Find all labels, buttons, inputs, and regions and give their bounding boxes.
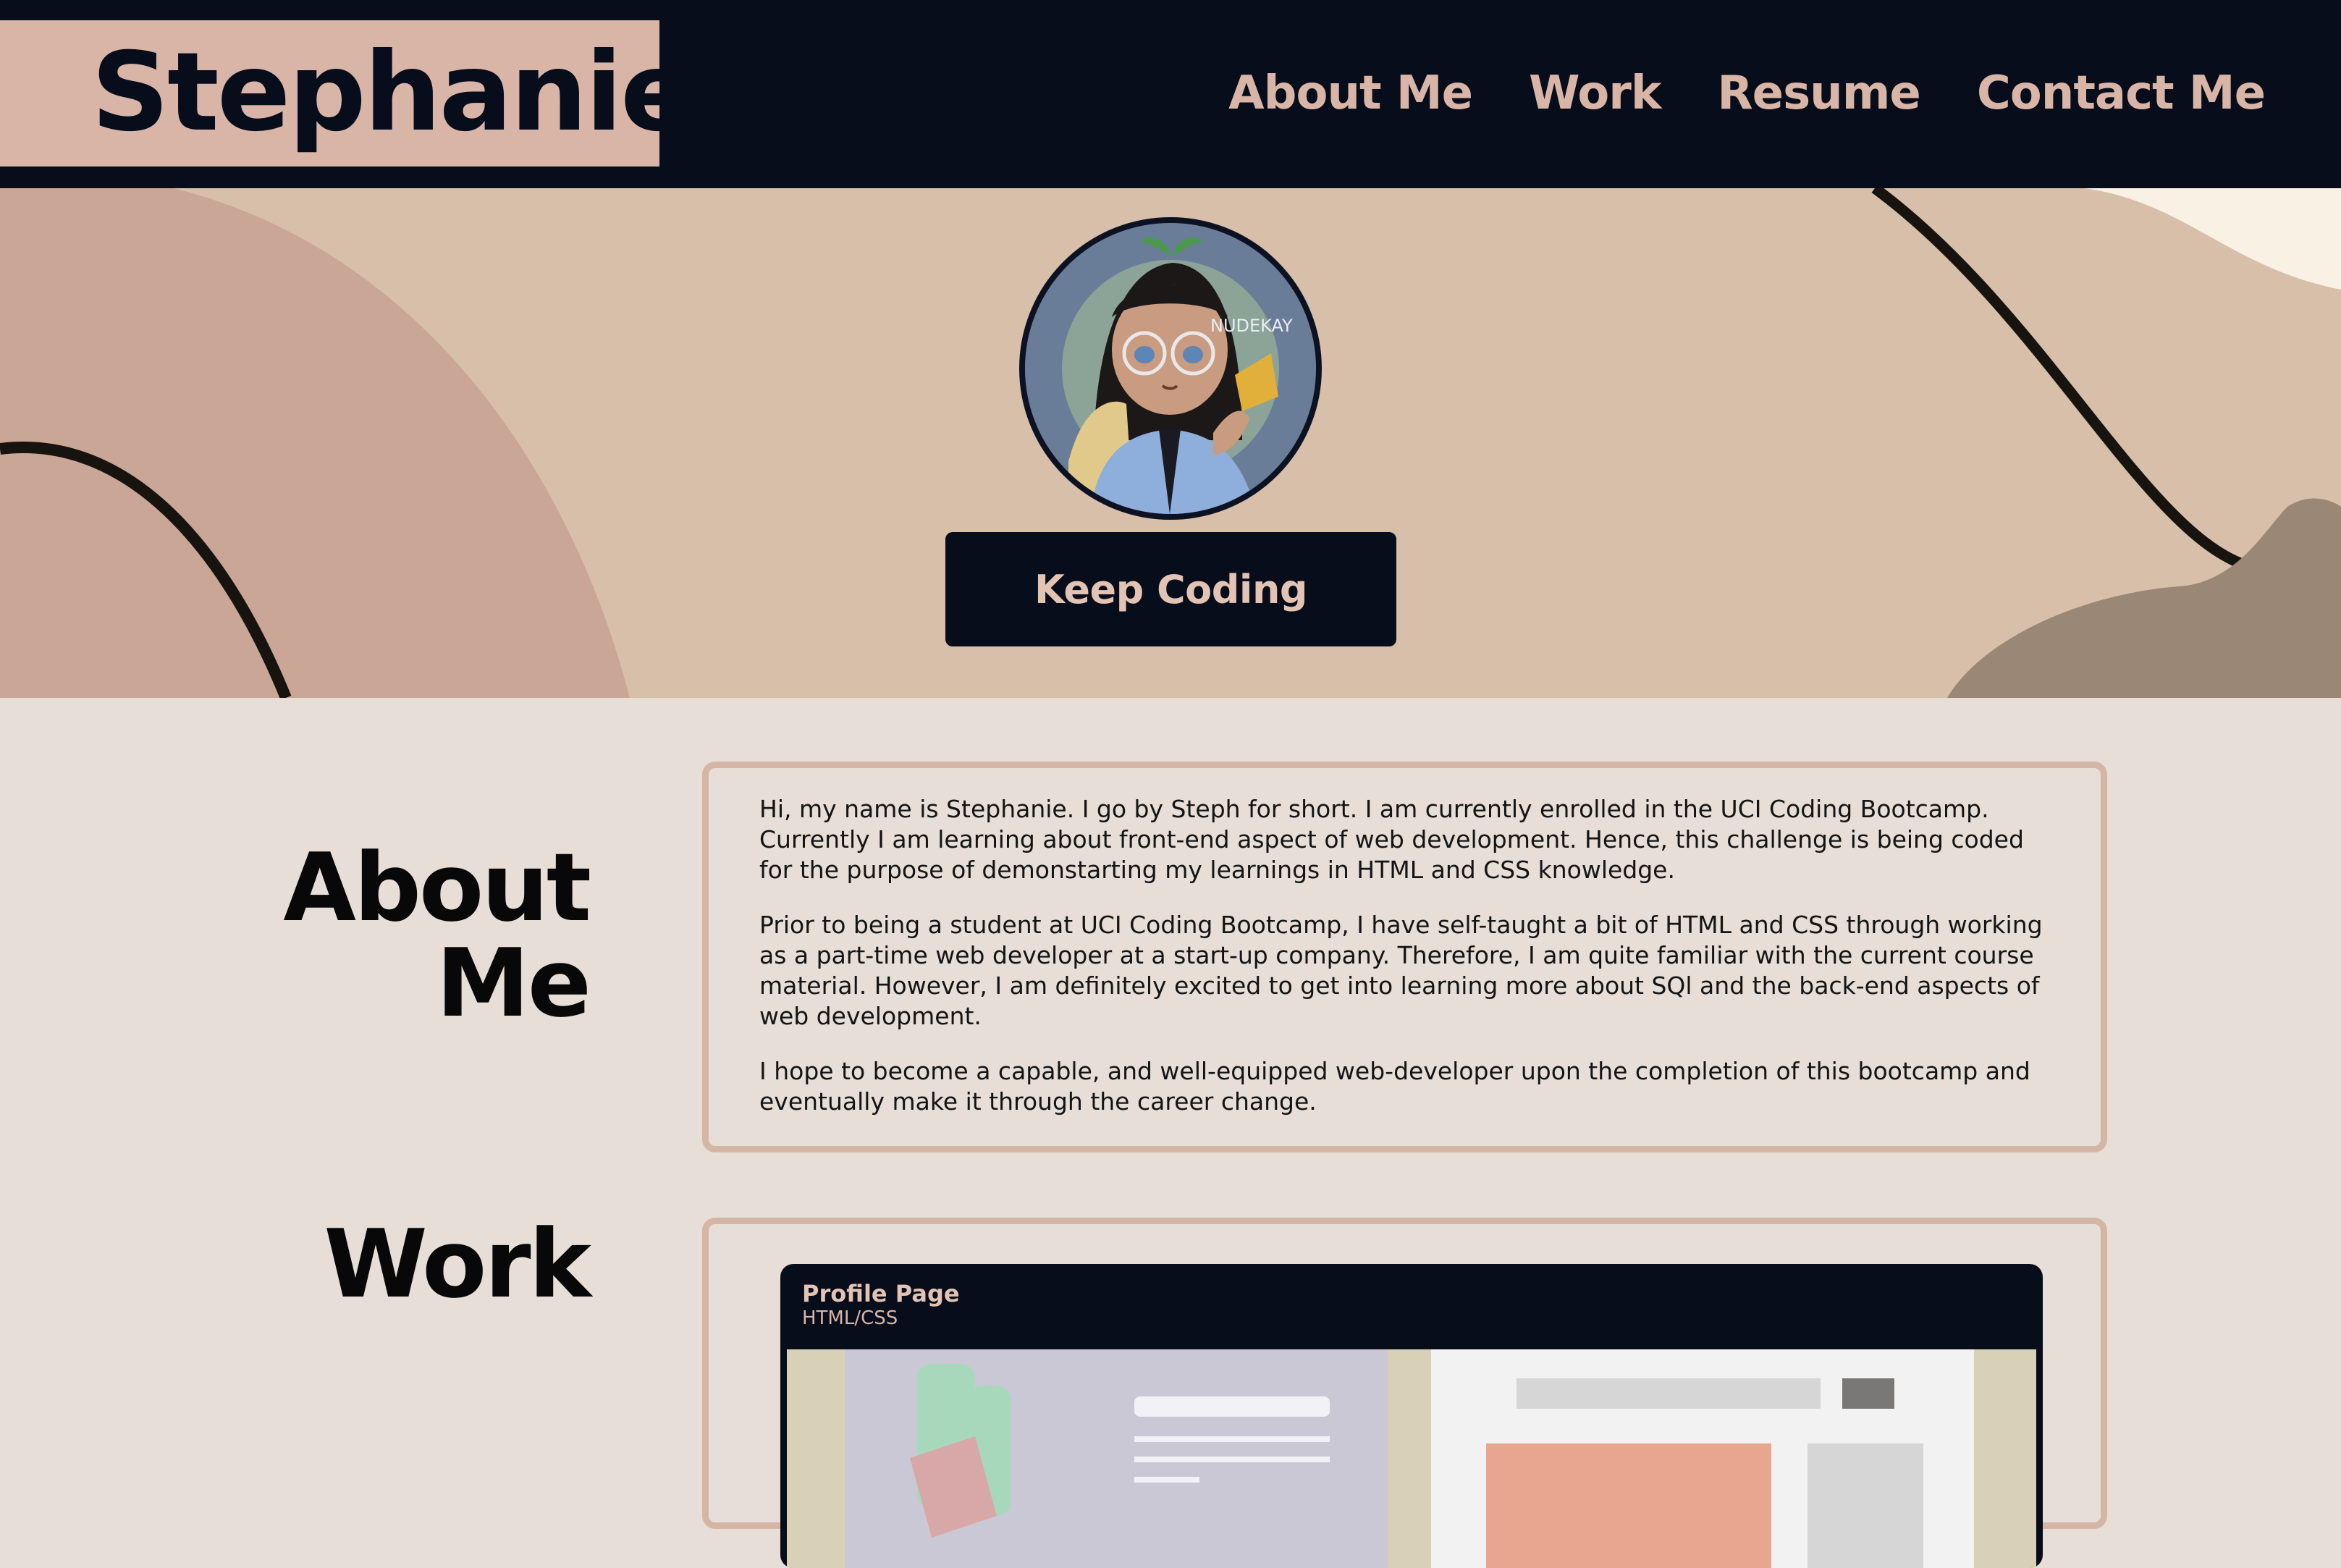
site-header: Stephanie About Me Work Resume Contact M…: [0, 0, 2341, 188]
project-title[interactable]: Profile Page: [802, 1280, 960, 1307]
about-heading: About Me: [213, 840, 591, 1031]
site-logo[interactable]: Stephanie: [91, 28, 694, 158]
project-subtitle: HTML/CSS: [802, 1307, 898, 1329]
work-heading: Work: [324, 1209, 591, 1319]
nav-resume[interactable]: Resume: [1717, 59, 1920, 127]
main-nav: About Me Work Resume Contact Me: [1228, 59, 2266, 127]
about-paragraph-2: Prior to being a student at UCI Coding B…: [759, 911, 2043, 1030]
about-heading-line1: About: [283, 832, 591, 943]
project-card-profile-page[interactable]: Profile Page HTML/CSS: [780, 1264, 2043, 1568]
hero-section: NUDEKAY Keep Coding: [0, 188, 2341, 698]
about-heading-line2: Me: [436, 927, 591, 1038]
nav-about-me[interactable]: About Me: [1228, 59, 1473, 127]
about-paragraph-3: I hope to become a capable, and well-equ…: [759, 1057, 2030, 1116]
avatar-watermark: NUDEKAY: [1210, 316, 1293, 336]
logo-box[interactable]: Stephanie: [0, 20, 694, 167]
project-screenshot[interactable]: [787, 1349, 2036, 1568]
project-preview-image: [787, 1349, 2036, 1568]
nav-contact-me[interactable]: Contact Me: [1977, 59, 2266, 127]
about-paragraph-1: Hi, my name is Stephanie. I go by Steph …: [759, 795, 2024, 884]
work-panel: Profile Page HTML/CSS: [702, 1218, 2107, 1568]
avatar-illustration: [1025, 223, 1316, 514]
about-panel: Hi, my name is Stephanie. I go by Steph …: [702, 762, 2107, 1152]
keep-coding-button[interactable]: Keep Coding: [945, 532, 1396, 646]
nav-work[interactable]: Work: [1529, 59, 1661, 127]
profile-avatar: NUDEKAY: [1019, 217, 1322, 520]
